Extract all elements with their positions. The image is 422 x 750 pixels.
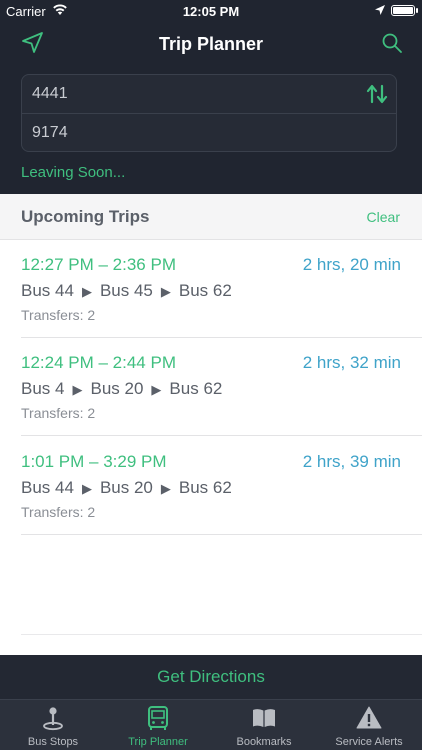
row-divider xyxy=(21,534,422,535)
arrow-right-icon: ▶ xyxy=(160,284,171,299)
bus-label: Bus 62 xyxy=(178,478,232,497)
status-bar: Carrier 12:05 PM xyxy=(0,0,422,22)
bus-label: Bus 44 xyxy=(21,281,74,300)
trip-row[interactable]: 1:01 PM – 3:29 PM 2 hrs, 39 min Bus 44 ▶ B… xyxy=(0,437,422,535)
trip-time: 1:01 PM – 3:29 PM xyxy=(21,452,167,471)
bus-icon xyxy=(145,705,171,731)
warning-icon xyxy=(356,705,382,731)
row-divider xyxy=(21,435,422,436)
trip-time: 12:24 PM – 2:44 PM xyxy=(21,353,176,372)
get-directions-button[interactable]: Get Directions xyxy=(0,655,422,699)
trip-transfers: Transfers: 2 xyxy=(21,504,96,520)
trip-duration: 2 hrs, 39 min xyxy=(302,452,401,471)
section-title: Upcoming Trips xyxy=(21,207,150,226)
list-end-divider xyxy=(21,634,422,635)
arrow-right-icon: ▶ xyxy=(81,284,92,299)
upcoming-trips-header: Upcoming Trips Clear xyxy=(0,194,422,240)
trip-duration: 2 hrs, 32 min xyxy=(302,353,401,372)
tab-label: Trip Planner xyxy=(128,736,188,748)
trip-transfers: Transfers: 2 xyxy=(21,307,96,323)
search-icon[interactable] xyxy=(380,31,404,55)
input-divider xyxy=(22,113,396,114)
tab-trip-planner[interactable]: Trip Planner xyxy=(105,700,211,750)
bus-label: Bus 44 xyxy=(21,478,74,497)
page-title: Trip Planner xyxy=(158,34,264,54)
location-arrow-icon xyxy=(374,4,386,19)
clock: 12:05 PM xyxy=(182,4,240,19)
trip-route: Bus 44 ▶ Bus 20 ▶ Bus 62 xyxy=(21,478,232,498)
tab-label: Bus Stops xyxy=(27,736,79,748)
bus-label: Bus 4 xyxy=(21,379,65,398)
bus-label: Bus 20 xyxy=(90,379,144,398)
bus-label: Bus 62 xyxy=(169,379,223,398)
battery-icon xyxy=(391,5,418,16)
tab-bus-stops[interactable]: Bus Stops xyxy=(0,700,106,750)
tab-service-alerts[interactable]: Service Alerts xyxy=(316,700,422,750)
arrow-right-icon: ▶ xyxy=(81,481,92,496)
trip-row[interactable]: 12:24 PM – 2:44 PM 2 hrs, 32 min Bus 4 ▶ B… xyxy=(0,338,422,436)
to-stop-input[interactable] xyxy=(32,118,352,148)
swap-icon[interactable] xyxy=(366,82,388,106)
leaving-soon-option[interactable]: Leaving Soon... xyxy=(21,164,125,181)
arrow-right-icon: ▶ xyxy=(160,481,171,496)
bus-label: Bus 62 xyxy=(178,281,232,300)
trip-row[interactable]: 12:27 PM – 2:36 PM 2 hrs, 20 min Bus 44 ▶… xyxy=(0,240,422,338)
arrow-right-icon: ▶ xyxy=(72,382,83,397)
tab-bookmarks[interactable]: Bookmarks xyxy=(211,700,317,750)
bus-label: Bus 20 xyxy=(99,478,153,497)
stop-inputs xyxy=(21,74,397,152)
header: Trip Planner Leaving Soon... xyxy=(0,22,422,194)
trip-route: Bus 4 ▶ Bus 20 ▶ Bus 62 xyxy=(21,379,222,399)
book-icon xyxy=(251,705,277,731)
map-pin-icon xyxy=(40,705,66,731)
from-stop-input[interactable] xyxy=(32,79,352,109)
tab-label: Bookmarks xyxy=(236,736,292,748)
clear-button[interactable]: Clear xyxy=(367,209,400,225)
trip-route: Bus 44 ▶ Bus 45 ▶ Bus 62 xyxy=(21,281,232,301)
trip-duration: 2 hrs, 20 min xyxy=(302,255,401,274)
trip-transfers: Transfers: 2 xyxy=(21,405,96,421)
bus-label: Bus 45 xyxy=(99,281,153,300)
arrow-right-icon: ▶ xyxy=(151,382,162,397)
trip-time: 12:27 PM – 2:36 PM xyxy=(21,255,176,274)
tab-label: Service Alerts xyxy=(335,736,403,748)
tab-bar: Bus Stops Trip Planner Bookmarks Service… xyxy=(0,699,422,750)
